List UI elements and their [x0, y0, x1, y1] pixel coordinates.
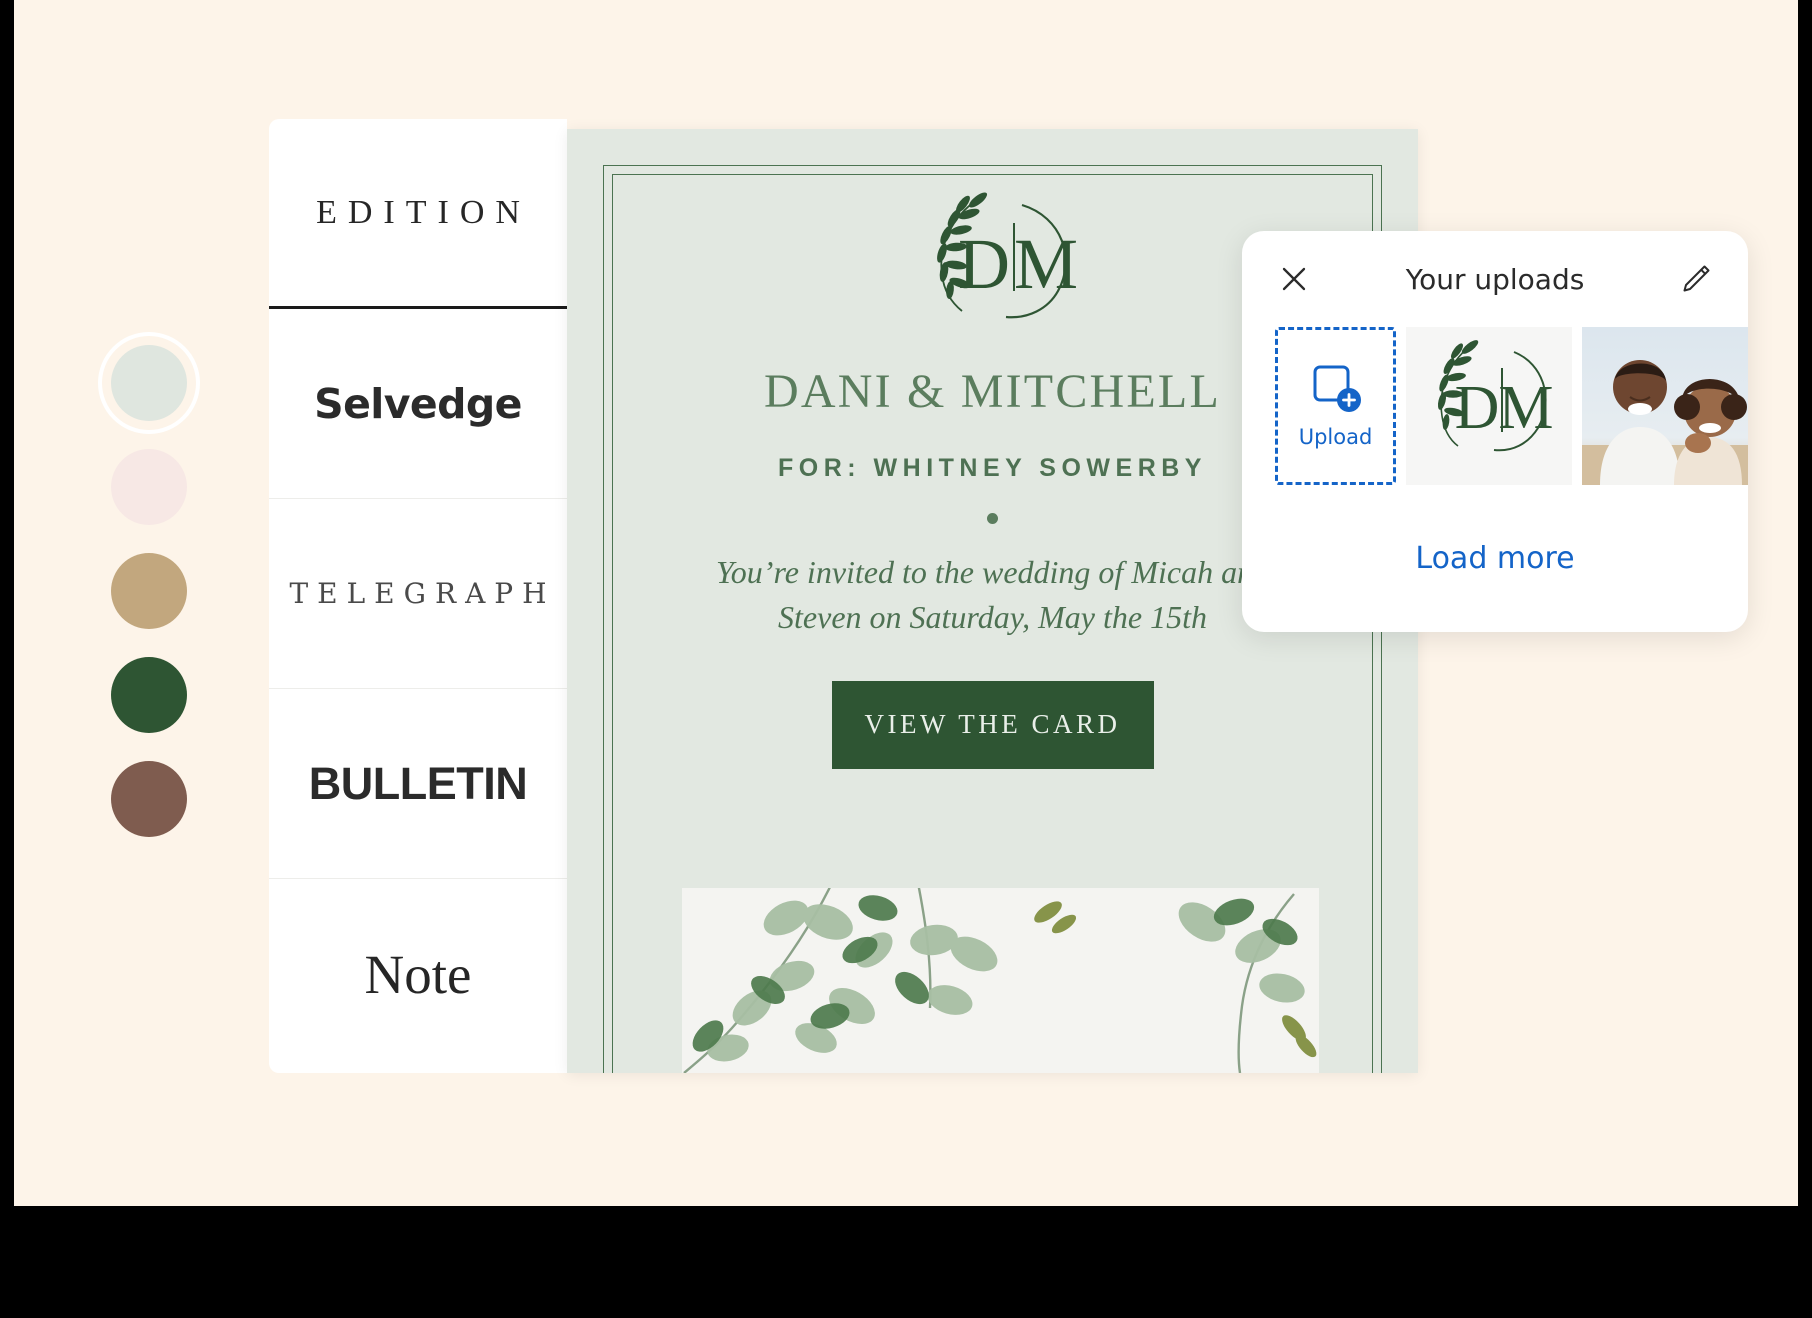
card-recipient-line: FOR: WHITNEY SOWERBY	[778, 454, 1207, 482]
font-option-telegraph[interactable]: TELEGRAPH	[269, 499, 567, 689]
load-more-button[interactable]: Load more	[1242, 541, 1748, 576]
view-the-card-button[interactable]: VIEW THE CARD	[831, 680, 1154, 769]
add-image-icon	[1313, 365, 1361, 412]
pencil-icon	[1683, 265, 1710, 292]
close-icon	[1282, 267, 1306, 291]
font-option-label: BULLETIN	[308, 757, 528, 809]
monogram-left-initial: D	[958, 224, 1010, 304]
font-option-bulletin[interactable]: BULLETIN	[269, 689, 567, 879]
uploads-panel-title: Your uploads	[1405, 262, 1585, 296]
font-option-label: Selvedge	[314, 379, 522, 428]
upload-tile[interactable]: Upload	[1275, 327, 1396, 485]
card-couple-names: DANI & MITCHELL	[764, 365, 1221, 418]
font-option-note[interactable]: Note	[269, 879, 567, 1069]
card-dot-divider	[987, 513, 998, 524]
couple-photo-thumbnail[interactable]	[1582, 327, 1748, 485]
uploads-header: Your uploads	[1242, 231, 1748, 327]
color-swatch-forest-green[interactable]	[111, 657, 187, 733]
couple-photo	[1582, 327, 1748, 485]
svg-text:D: D	[1455, 374, 1500, 442]
svg-text:M: M	[1498, 374, 1553, 442]
font-option-label: EDITION	[316, 193, 531, 231]
font-option-edition[interactable]: EDITION	[269, 119, 567, 309]
monogram-icon: D M	[937, 192, 1078, 319]
color-swatch-cocoa-brown[interactable]	[111, 761, 187, 837]
uploads-grid: Upload D M	[1242, 327, 1748, 485]
app-canvas: EDITION Selvedge TELEGRAPH BULLETIN Note	[14, 0, 1798, 1206]
font-option-label: TELEGRAPH	[289, 577, 556, 610]
edit-button[interactable]	[1674, 257, 1718, 301]
color-swatch-tan[interactable]	[111, 553, 187, 629]
color-swatch-sage-green[interactable]	[111, 345, 187, 421]
monogram-thumbnail-icon: D M	[1437, 340, 1554, 452]
monogram-right-initial: M	[1014, 224, 1078, 304]
color-swatch-blush-pink[interactable]	[111, 449, 187, 525]
font-list-panel: EDITION Selvedge TELEGRAPH BULLETIN Note	[269, 119, 567, 1073]
greenery-banner-image	[682, 888, 1319, 1073]
font-option-label: Note	[364, 943, 472, 1005]
color-swatch-rail	[99, 345, 199, 837]
card-invitation-body: You’re invited to the wedding of Micah a…	[715, 554, 1270, 636]
close-button[interactable]	[1272, 257, 1316, 301]
uploads-popover: Your uploads Upload D M Load more	[1242, 231, 1748, 632]
monogram-thumbnail[interactable]: D M	[1406, 327, 1572, 485]
font-option-selvedge[interactable]: Selvedge	[269, 309, 567, 499]
upload-tile-label: Upload	[1298, 424, 1373, 449]
